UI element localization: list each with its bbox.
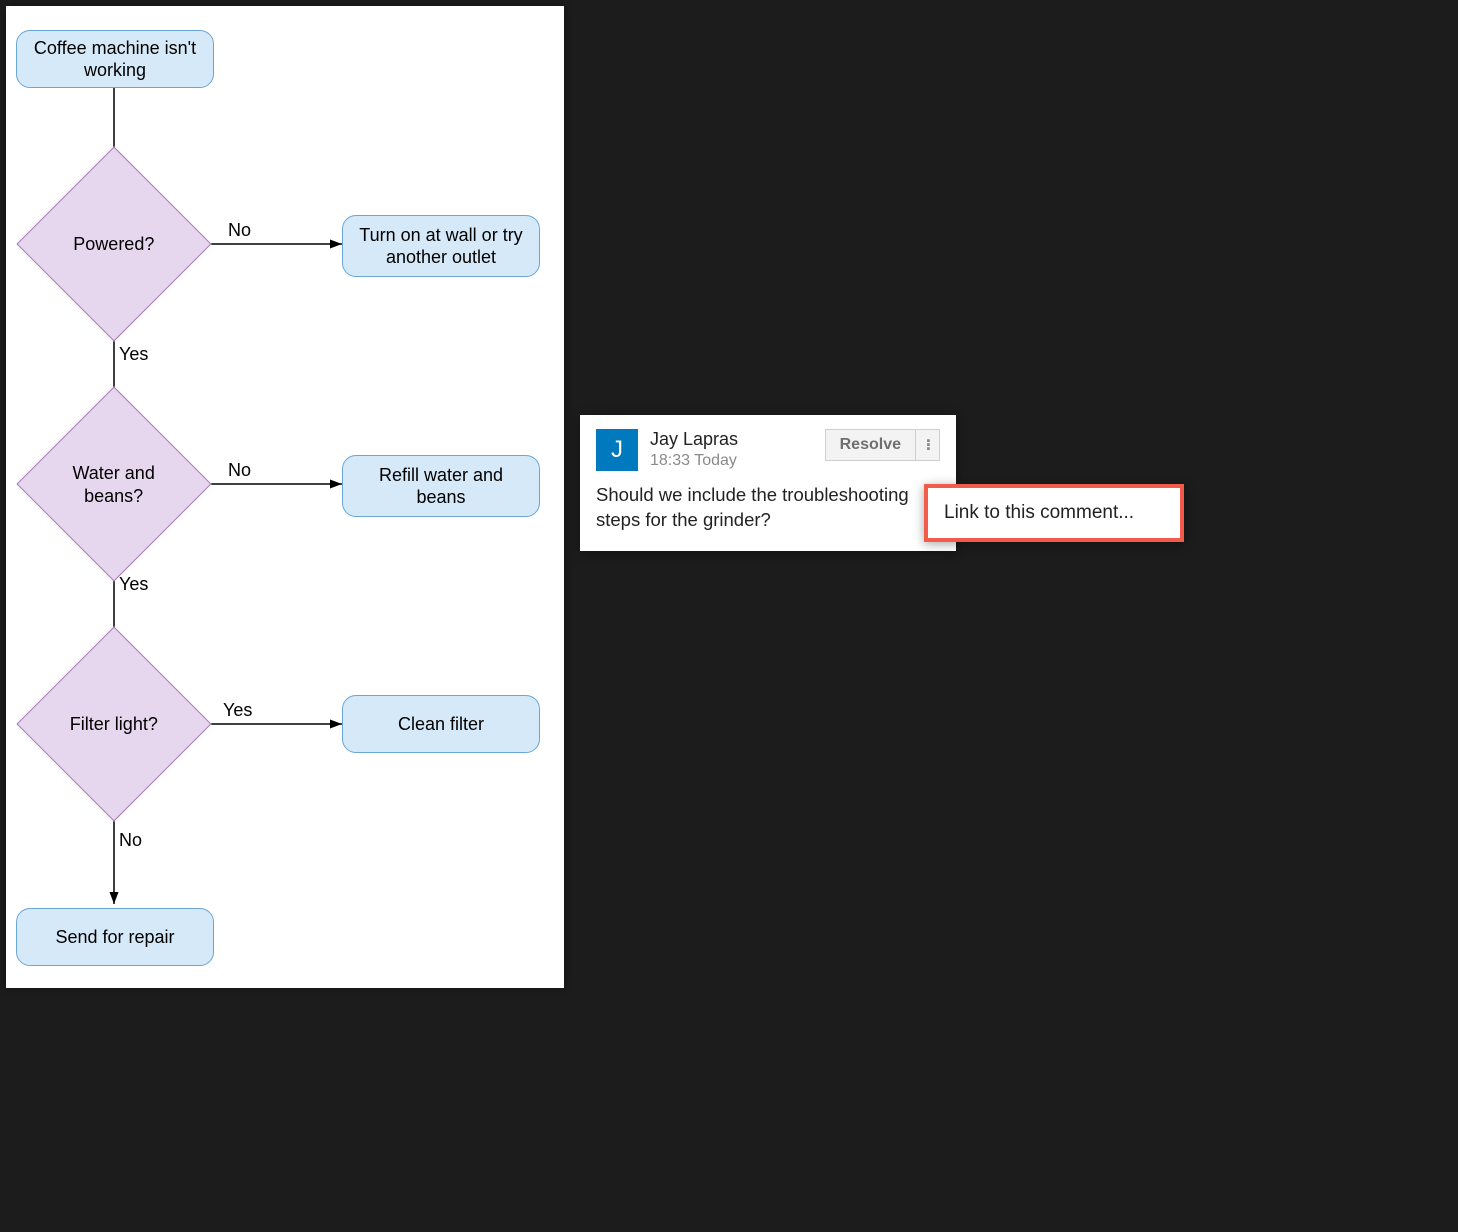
node-turn-on-label: Turn on at wall or try another outlet [353,224,529,269]
avatar-initial: J [611,436,623,464]
node-turn-on[interactable]: Turn on at wall or try another outlet [342,215,540,277]
comment-actions: Resolve ▪▪▪ [825,429,940,461]
node-send-repair-label: Send for repair [55,926,174,949]
menu-item-link-to-comment[interactable]: Link to this comment... [944,502,1164,524]
node-refill-label: Refill water and beans [353,464,529,509]
flowchart-canvas[interactable]: Coffee machine isn't working Powered? No… [6,6,564,988]
comment-meta: Jay Lapras 18:33 Today [650,429,813,470]
node-clean-filter-label: Clean filter [398,713,484,736]
node-start-label: Coffee machine isn't working [27,37,203,82]
node-water-beans-label: Water and beans? [46,462,182,507]
edge-filter-yes: Yes [223,700,252,721]
edge-water-yes: Yes [119,574,148,595]
edge-powered-no: No [228,220,251,241]
avatar[interactable]: J [596,429,638,471]
node-start[interactable]: Coffee machine isn't working [16,30,214,88]
node-powered-label: Powered? [46,233,182,256]
comment-body: Should we include the troubleshooting st… [596,483,940,533]
edge-powered-yes: Yes [119,344,148,365]
node-powered-decision[interactable]: Powered? [16,146,211,341]
vertical-dots-icon: ▪▪▪ [927,439,929,451]
node-clean-filter[interactable]: Clean filter [342,695,540,753]
node-water-beans-decision[interactable]: Water and beans? [16,386,211,581]
edge-water-no: No [228,460,251,481]
comment-timestamp: 18:33 Today [650,452,813,470]
comment-card[interactable]: J Jay Lapras 18:33 Today Resolve ▪▪▪ Sho… [580,415,956,551]
resolve-button[interactable]: Resolve [825,429,916,461]
comment-header: J Jay Lapras 18:33 Today Resolve ▪▪▪ [596,429,940,471]
node-send-repair[interactable]: Send for repair [16,908,214,966]
node-filter-light-label: Filter light? [46,713,182,736]
comment-menu-button[interactable]: ▪▪▪ [916,429,940,461]
comment-context-menu[interactable]: Link to this comment... [924,484,1184,542]
node-filter-light-decision[interactable]: Filter light? [16,626,211,821]
edge-filter-no: No [119,830,142,851]
comment-author: Jay Lapras [650,429,813,450]
node-refill[interactable]: Refill water and beans [342,455,540,517]
